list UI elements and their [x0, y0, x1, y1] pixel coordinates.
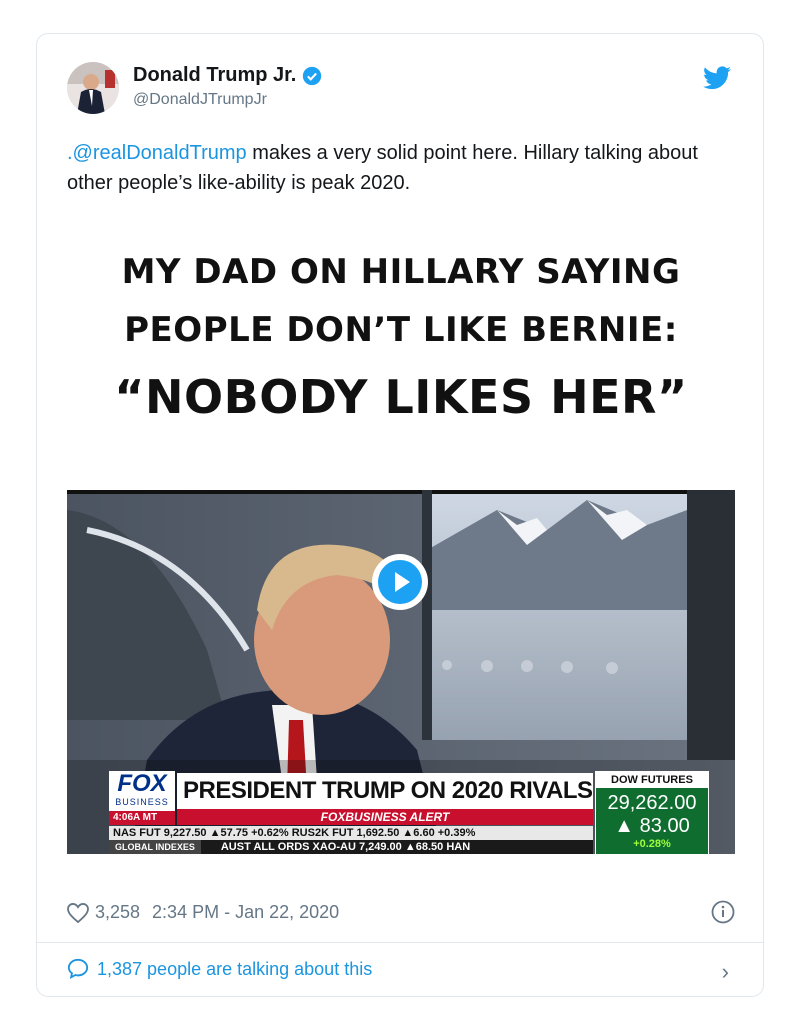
ticker-row-1: NAS FUT 9,227.50 ▲57.75 +0.62% RUS2K FUT…	[109, 826, 593, 840]
ticker-row-2: GLOBAL INDEXES AUST ALL ORDS XAO-AU 7,24…	[109, 840, 593, 854]
info-icon[interactable]	[711, 900, 735, 924]
alert-bar: FOXBUSINESS ALERT	[177, 809, 593, 825]
conversation-link[interactable]: 1,387 people are talking about this	[67, 958, 372, 980]
video-player[interactable]: FOX BUSINESS 4:06A MT PRESIDENT TRUMP ON…	[67, 490, 735, 854]
user-handle[interactable]: @DonaldJTrumpJr	[133, 91, 322, 109]
dow-box: DOW FUTURES 29,262.00 ▲ 83.00 +0.28%	[595, 771, 709, 854]
like-count[interactable]: 3,258	[95, 902, 140, 923]
timestamp[interactable]: 2:34 PM - Jan 22, 2020	[152, 902, 339, 923]
avatar[interactable]	[67, 62, 119, 114]
footer-divider	[37, 942, 763, 943]
tweet-card: Donald Trump Jr. @DonaldJTrumpJr .@realD…	[36, 33, 764, 997]
mention-link[interactable]: .@realDonaldTrump	[67, 142, 247, 164]
ticker-row-1-text: NAS FUT 9,227.50 ▲57.75 +0.62% RUS2K FUT…	[113, 827, 476, 839]
chyron: PRESIDENT TRUMP ON 2020 RIVALS	[177, 773, 593, 809]
twitter-bird-icon[interactable]	[703, 66, 731, 90]
play-icon	[378, 560, 422, 604]
dow-pct: +0.28%	[633, 838, 671, 850]
time-text: 4:06A MT	[113, 812, 158, 823]
headline-line-3: “NOBODY LIKES HER”	[114, 370, 688, 424]
headline-line-2: PEOPLE DON’T LIKE BERNIE:	[124, 310, 678, 350]
ticker-row-2-label: GLOBAL INDEXES	[109, 840, 201, 854]
dow-change: ▲ 83.00	[614, 815, 690, 837]
display-name[interactable]: Donald Trump Jr.	[133, 64, 296, 87]
ticker-row-2-text: AUST ALL ORDS XAO-AU 7,249.00 ▲68.50 HAN	[220, 841, 471, 853]
tweet-text: .@realDonaldTrump makes a very solid poi…	[67, 138, 707, 198]
verified-badge-icon	[303, 66, 322, 85]
fox-logo: FOX BUSINESS	[109, 771, 175, 811]
headline-line-1: MY DAD ON HILLARY SAYING	[121, 252, 681, 292]
alert-text: FOXBUSINESS ALERT	[320, 810, 450, 824]
time-badge: 4:06A MT	[109, 811, 175, 825]
heart-icon[interactable]	[67, 902, 89, 923]
dow-label: DOW FUTURES	[596, 772, 708, 788]
play-button[interactable]	[372, 554, 428, 610]
comment-icon	[67, 958, 89, 979]
fox-logo-text: FOX	[117, 770, 167, 797]
chyron-text: PRESIDENT TRUMP ON 2020 RIVALS	[183, 777, 593, 804]
dow-value: 29,262.00	[607, 792, 697, 814]
conversation-text[interactable]: 1,387 people are talking about this	[97, 959, 372, 980]
chevron-right-icon[interactable]: ›	[722, 959, 729, 985]
media-embed[interactable]: MY DAD ON HILLARY SAYING PEOPLE DON’T LI…	[67, 214, 735, 854]
fox-logo-sub: BUSINESS	[115, 797, 169, 807]
